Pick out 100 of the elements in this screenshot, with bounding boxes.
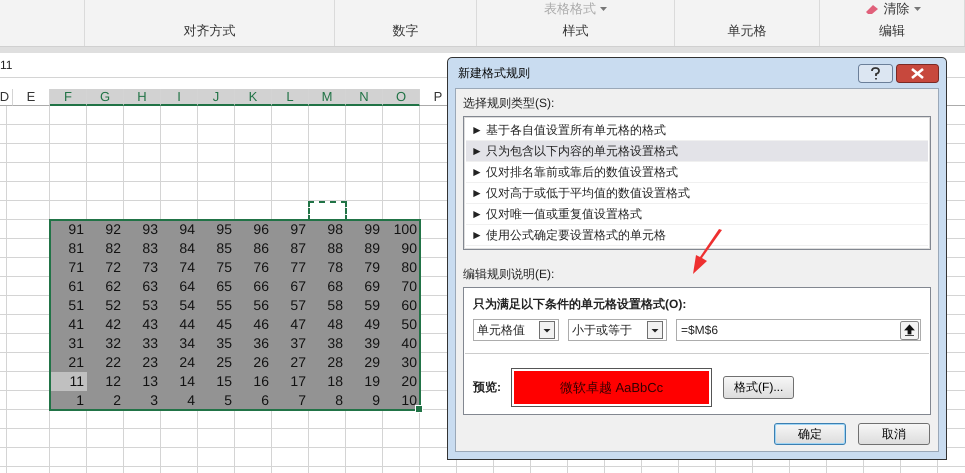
table-cell: 39 (346, 334, 383, 353)
rule-type-item[interactable]: ► 只为包含以下内容的单元格设置格式 (466, 141, 928, 162)
table-cell: 67 (272, 277, 309, 296)
table-cell: 17 (272, 372, 309, 391)
table-cell: 45 (198, 315, 235, 334)
table-cell: 19 (346, 372, 383, 391)
table-cell: 83 (124, 239, 161, 258)
column-header[interactable]: J (198, 89, 235, 106)
ribbon-group-label: 编辑 (879, 22, 905, 40)
table-cell: 69 (346, 277, 383, 296)
collapse-button[interactable] (900, 320, 919, 340)
ribbon-group-label: 数字 (392, 22, 418, 40)
table-cell: 33 (124, 334, 161, 353)
column-header[interactable]: I (161, 89, 198, 106)
column-header[interactable]: K (235, 89, 272, 106)
table-cell: 23 (124, 353, 161, 372)
preview-label: 预览: (473, 379, 502, 396)
table-cell: 44 (161, 315, 198, 334)
table-cell: 47 (272, 315, 309, 334)
column-header[interactable]: E (13, 89, 50, 106)
condition-title: 只为满足以下条件的单元格设置格式(O): (472, 296, 688, 313)
table-cell: 90 (383, 239, 420, 258)
table-cell: 46 (235, 315, 272, 334)
table-cell: 86 (235, 239, 272, 258)
table-cell: 27 (272, 353, 309, 372)
table-cell: 92 (87, 220, 124, 239)
table-cell: 48 (309, 315, 346, 334)
cancel-button[interactable]: 取消 (858, 423, 930, 445)
format-button[interactable]: 格式(F)... (723, 376, 794, 399)
table-cell: 43 (124, 315, 161, 334)
table-cell: 81 (50, 239, 87, 258)
dropdown[interactable]: 单元格值 (473, 319, 559, 341)
table-cell: 78 (309, 258, 346, 277)
table-cell: 52 (87, 296, 124, 315)
ribbon-command[interactable]: 清除 (864, 0, 920, 18)
window-title: 新建格式规则 (457, 64, 530, 82)
table-cell: 9 (346, 391, 383, 410)
table-cell: 1 (50, 391, 87, 410)
rule-type-item[interactable]: ► 仅对唯一值或重复值设置格式 (466, 204, 928, 225)
ok-button[interactable]: 确定 (774, 423, 846, 445)
table-cell: 26 (235, 353, 272, 372)
table-cell: 61 (50, 277, 87, 296)
table-cell: 94 (161, 220, 198, 239)
column-header[interactable]: O (383, 89, 420, 106)
table-cell: 66 (235, 277, 272, 296)
table-cell: 41 (50, 315, 87, 334)
table-cell: 40 (383, 334, 420, 353)
table-cell: 99 (346, 220, 383, 239)
table-cell: 53 (124, 296, 161, 315)
formula-bar-value[interactable]: 11 (0, 58, 12, 72)
table-cell: 77 (272, 258, 309, 277)
table-cell: 16 (235, 372, 272, 391)
dropdown[interactable]: 小于或等于 (568, 319, 667, 341)
preview-sample: 微软卓越 AaBbCc (514, 371, 709, 404)
column-header[interactable]: H (124, 89, 161, 106)
table-cell: 93 (124, 220, 161, 239)
table-cell: 96 (235, 220, 272, 239)
rule-type-item[interactable]: ► 仅对高于或低于平均值的数值设置格式 (466, 183, 928, 204)
rule-type-label: 选择规则类型(S): (463, 95, 556, 112)
table-cell: 64 (161, 277, 198, 296)
column-header[interactable]: F (50, 89, 87, 106)
column-header[interactable]: L (272, 89, 309, 106)
table-cell: 30 (383, 353, 420, 372)
table-cell: 31 (50, 334, 87, 353)
table-cell: 57 (272, 296, 309, 315)
ribbon-group-label: 样式 (562, 22, 588, 40)
fill-handle[interactable] (415, 405, 423, 413)
table-cell: 25 (198, 353, 235, 372)
table-cell: 38 (309, 334, 346, 353)
formula-field[interactable]: =$M$6 (676, 319, 921, 341)
table-cell: 63 (124, 277, 161, 296)
table-cell: 14 (161, 372, 198, 391)
table-cell: 34 (161, 334, 198, 353)
table-cell: 72 (87, 258, 124, 277)
arrow-annotation (690, 228, 724, 276)
table-cell: 3 (124, 391, 161, 410)
ribbon-group-label: 对齐方式 (184, 22, 236, 40)
table-cell: 15 (198, 372, 235, 391)
table-cell: 95 (198, 220, 235, 239)
table-cell: 2 (87, 391, 124, 410)
rule-type-item[interactable]: ► 仅对排名靠前或靠后的数值设置格式 (466, 162, 928, 183)
help-button[interactable] (858, 64, 893, 82)
table-cell: 4 (161, 391, 198, 410)
table-cell: 98 (309, 220, 346, 239)
table-cell: 18 (309, 372, 346, 391)
table-cell: 100 (383, 220, 420, 239)
table-cell: 87 (272, 239, 309, 258)
table-cell: 32 (87, 334, 124, 353)
edit-rule-label: 编辑规则说明(E): (463, 266, 556, 283)
table-cell: 89 (346, 239, 383, 258)
table-cell: 97 (272, 220, 309, 239)
table-cell: 59 (346, 296, 383, 315)
column-header[interactable]: M (309, 89, 346, 106)
table-cell: 11 (50, 372, 87, 391)
table-cell: 74 (161, 258, 198, 277)
column-header[interactable]: G (87, 89, 124, 106)
column-header[interactable]: D (0, 89, 13, 106)
close-button[interactable] (896, 64, 939, 82)
column-header[interactable]: N (346, 89, 383, 106)
table-cell: 7 (272, 391, 309, 410)
